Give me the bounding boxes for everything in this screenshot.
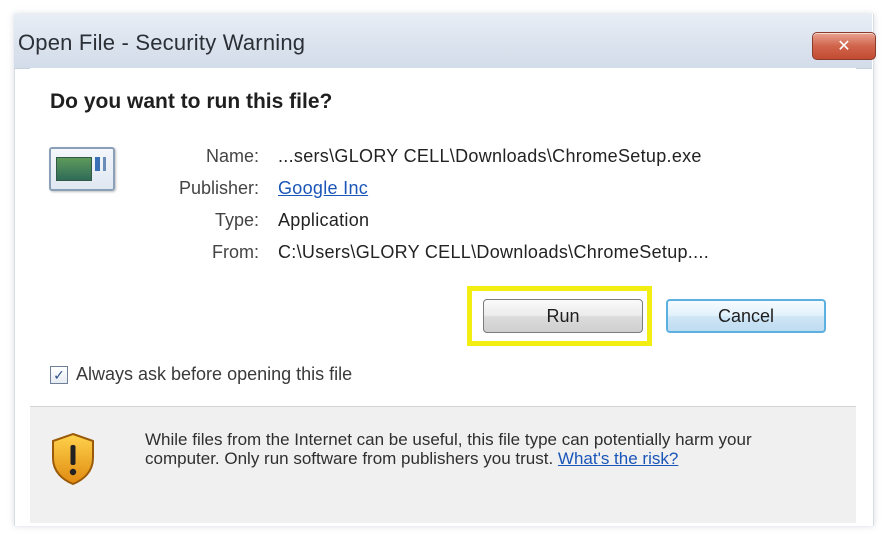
name-value: ...sers\GLORY CELL\Downloads\ChromeSetup…: [278, 146, 702, 166]
always-ask-checkbox[interactable]: ✓: [50, 366, 68, 384]
publisher-label: Publisher:: [178, 178, 259, 198]
checkmark-icon: ✓: [53, 366, 65, 383]
whats-the-risk-link[interactable]: What's the risk?: [558, 449, 678, 468]
title-bar[interactable]: Open File - Security Warning ✕: [14, 14, 876, 69]
warning-message: While files from the Internet can be use…: [145, 430, 825, 468]
type-value: Application: [278, 210, 370, 230]
from-value: C:\Users\GLORY CELL\Downloads\ChromeSetu…: [278, 242, 710, 262]
dialog-body: [30, 68, 856, 406]
name-label: Name:: [205, 146, 259, 166]
warning-shield-icon: [52, 432, 94, 486]
from-label: From:: [212, 242, 259, 262]
close-icon: ✕: [837, 38, 851, 55]
window-title: Open File - Security Warning: [18, 30, 306, 55]
cancel-button[interactable]: Cancel: [666, 299, 826, 333]
type-label: Type:: [214, 210, 259, 230]
run-question: Do you want to run this file?: [50, 90, 333, 113]
publisher-link[interactable]: Google Inc: [278, 178, 368, 199]
always-ask-label[interactable]: Always ask before opening this file: [76, 364, 352, 385]
application-icon: [49, 147, 115, 191]
screenshot-frame: Open File - Security Warning ✕ Do you wa…: [0, 0, 885, 537]
close-button[interactable]: ✕: [812, 32, 876, 60]
run-button[interactable]: Run: [483, 299, 643, 333]
